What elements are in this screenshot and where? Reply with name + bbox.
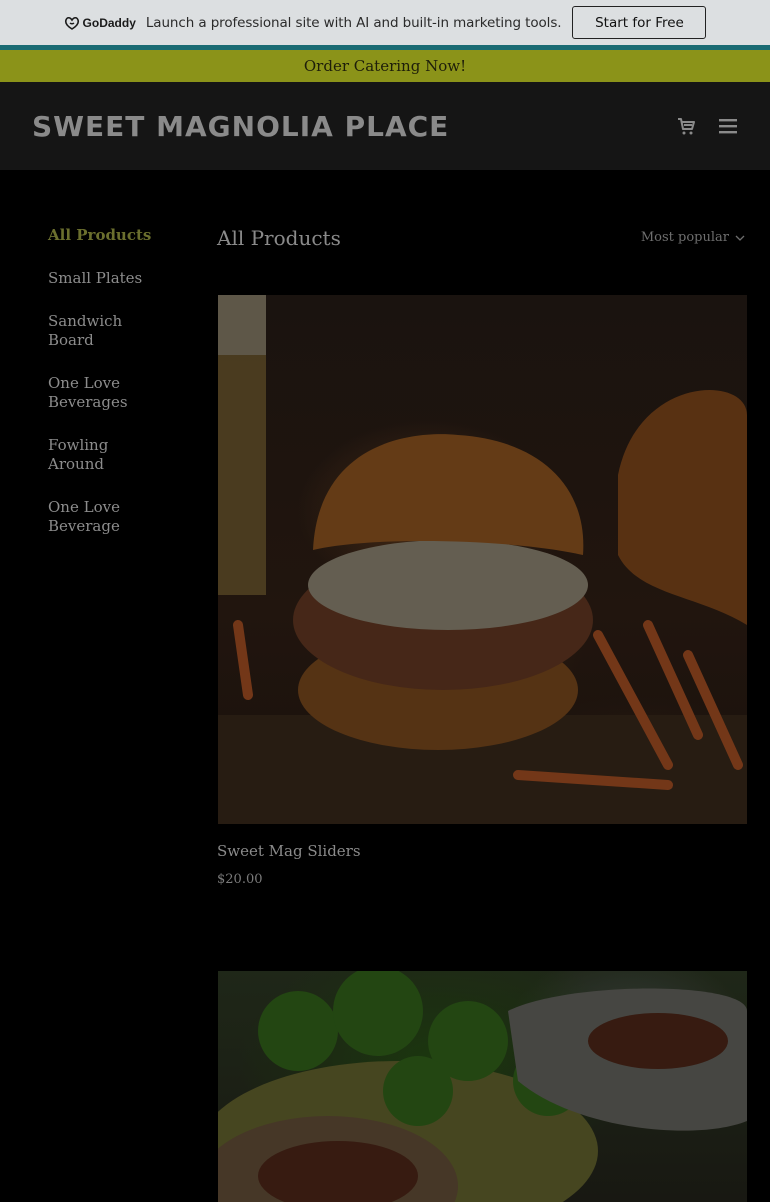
godaddy-logo[interactable]: GoDaddy xyxy=(64,16,136,30)
header-icons xyxy=(676,116,738,136)
sort-label[interactable]: Most popular xyxy=(641,230,729,245)
godaddy-logo-icon xyxy=(64,16,79,30)
site-header: SWEET MAGNOLIA PLACE xyxy=(0,82,770,170)
promo-message: Launch a professional site with AI and b… xyxy=(145,14,562,31)
sidebar-item-one-love-beverage[interactable]: One Love Beverage xyxy=(48,498,168,536)
sidebar-item-sandwich-board[interactable]: Sandwich Board xyxy=(48,312,168,350)
product-image[interactable] xyxy=(218,295,747,824)
menu-icon[interactable] xyxy=(718,116,738,136)
image-dim-overlay xyxy=(218,971,747,1202)
promo-bar: GoDaddy Launch a professional site with … xyxy=(0,0,770,45)
image-dim-overlay xyxy=(218,295,747,824)
sidebar-item-small-plates[interactable]: Small Plates xyxy=(48,269,168,288)
sort-dropdown[interactable]: Most popular xyxy=(641,230,745,245)
sidebar-item-one-love-beverages[interactable]: One Love Beverages xyxy=(48,374,168,412)
sidebar-item-all-products[interactable]: All Products xyxy=(48,226,168,245)
product-card[interactable] xyxy=(218,971,747,1202)
product-name[interactable]: Sweet Mag Sliders xyxy=(217,842,747,860)
godaddy-logo-text: GoDaddy xyxy=(82,15,136,30)
cart-icon[interactable] xyxy=(676,116,696,136)
category-sidebar: All Products Small Plates Sandwich Board… xyxy=(48,226,168,560)
start-for-free-button[interactable]: Start for Free xyxy=(572,6,707,39)
chevron-down-icon xyxy=(735,235,745,241)
sidebar-item-fowling-around[interactable]: Fowling Around xyxy=(48,436,168,474)
page-title: All Products xyxy=(217,226,341,250)
product-card[interactable]: Sweet Mag Sliders $20.00 xyxy=(217,295,747,887)
product-price: $20.00 xyxy=(217,872,263,887)
site-title[interactable]: SWEET MAGNOLIA PLACE xyxy=(32,110,449,143)
product-image[interactable] xyxy=(218,971,747,1202)
catering-banner[interactable]: Order Catering Now! xyxy=(0,50,770,82)
catering-banner-text[interactable]: Order Catering Now! xyxy=(304,57,466,75)
